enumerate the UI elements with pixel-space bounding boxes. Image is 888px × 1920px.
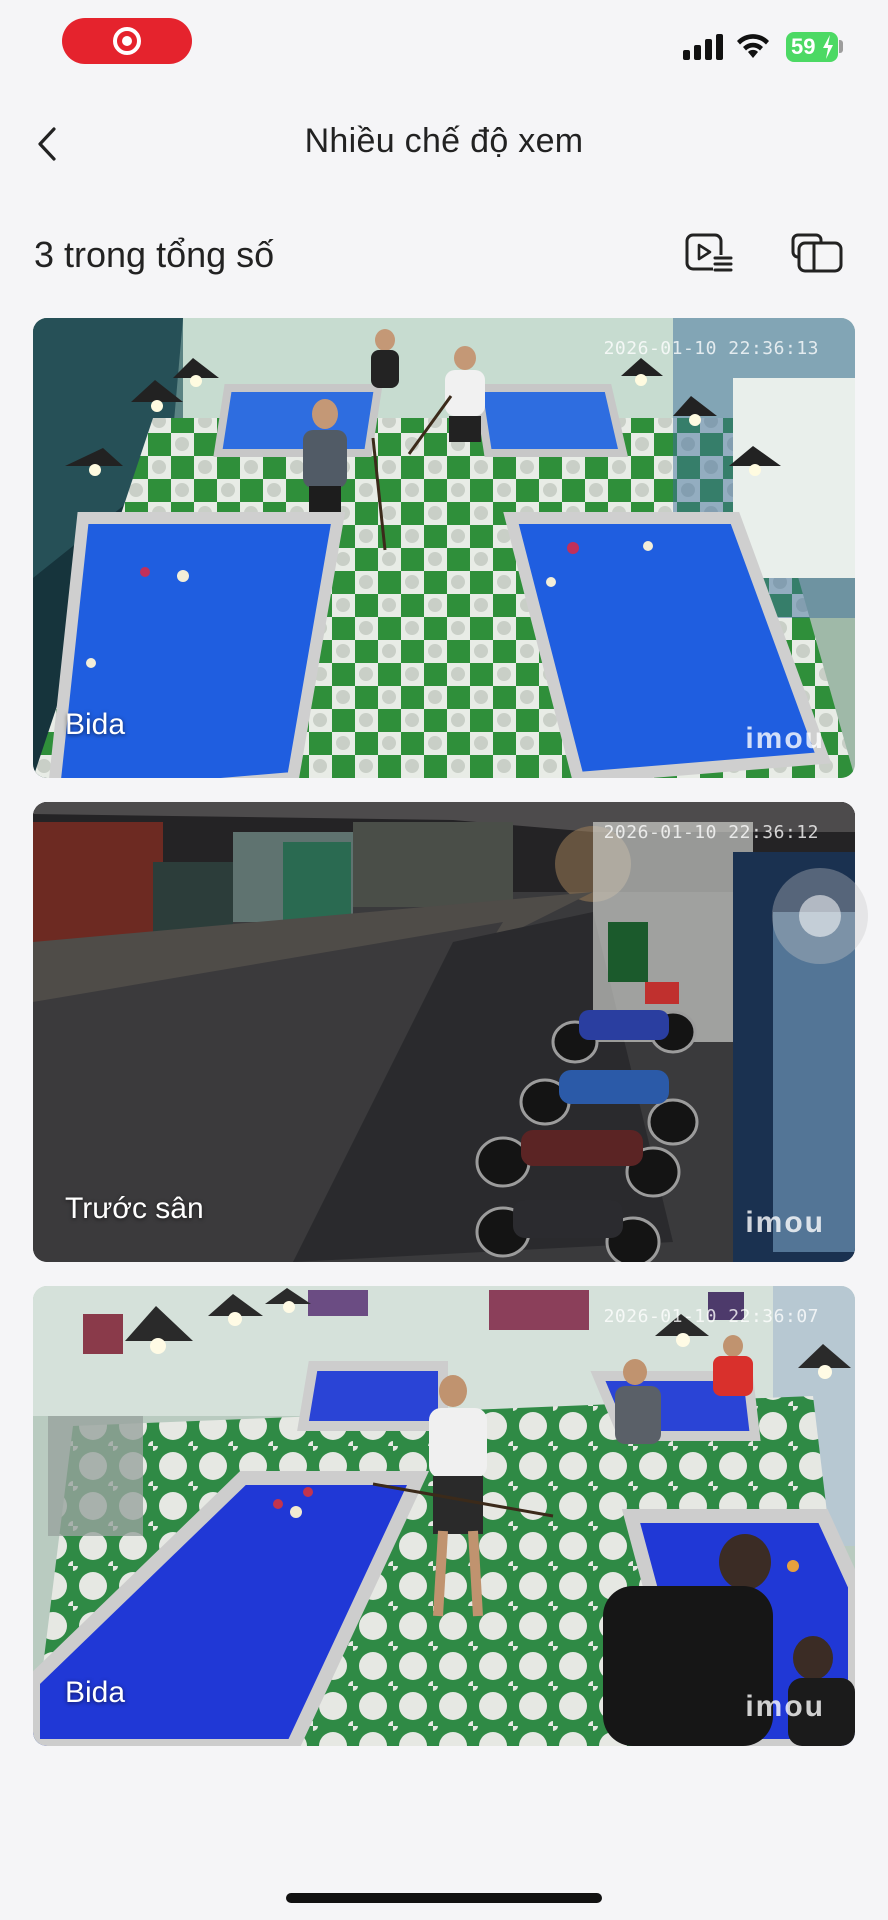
record-icon xyxy=(113,27,141,55)
camera-name: Bida xyxy=(65,1676,126,1709)
home-indicator[interactable] xyxy=(286,1893,602,1903)
brand-watermark: imou xyxy=(745,722,825,755)
charging-bolt-icon xyxy=(823,35,833,59)
battery-cap xyxy=(839,40,843,53)
camera-timestamp: 2026-01-10 22:36:07 xyxy=(603,1306,819,1327)
cellular-signal-icon xyxy=(683,34,723,60)
camera-timestamp: 2026-01-10 22:36:12 xyxy=(603,822,819,843)
page-title: Nhiều chế độ xem xyxy=(304,122,584,160)
camera-name: Bida xyxy=(65,708,126,741)
battery-level: 59 xyxy=(791,34,816,59)
camera-feed-3 xyxy=(33,1286,855,1746)
assistive-touch-button[interactable] xyxy=(772,868,868,964)
status-bar: 59 xyxy=(0,0,888,80)
brand-watermark: imou xyxy=(745,1206,825,1239)
split-view-button[interactable] xyxy=(790,228,844,276)
camera-tile-1[interactable]: 2026-01-10 22:36:13 Bida imou xyxy=(33,318,855,778)
camera-tile-2[interactable]: 2026-01-10 22:36:12 Trước sân imou xyxy=(33,802,855,1262)
split-view-icon xyxy=(791,233,843,273)
screen-recording-indicator[interactable] xyxy=(62,18,192,64)
playlist-play-icon xyxy=(685,233,733,274)
camera-count-label: 3 trong tổng số xyxy=(34,234,275,275)
wifi-icon xyxy=(737,34,769,58)
camera-tile-3[interactable]: 2026-01-10 22:36:07 Bida imou xyxy=(33,1286,855,1746)
camera-timestamp: 2026-01-10 22:36:13 xyxy=(603,338,819,359)
camera-feed-1 xyxy=(33,318,855,778)
playlist-button[interactable] xyxy=(684,228,734,276)
battery-indicator: 59 xyxy=(786,32,838,62)
brand-watermark: imou xyxy=(745,1690,825,1723)
camera-name: Trước sân xyxy=(65,1192,204,1225)
